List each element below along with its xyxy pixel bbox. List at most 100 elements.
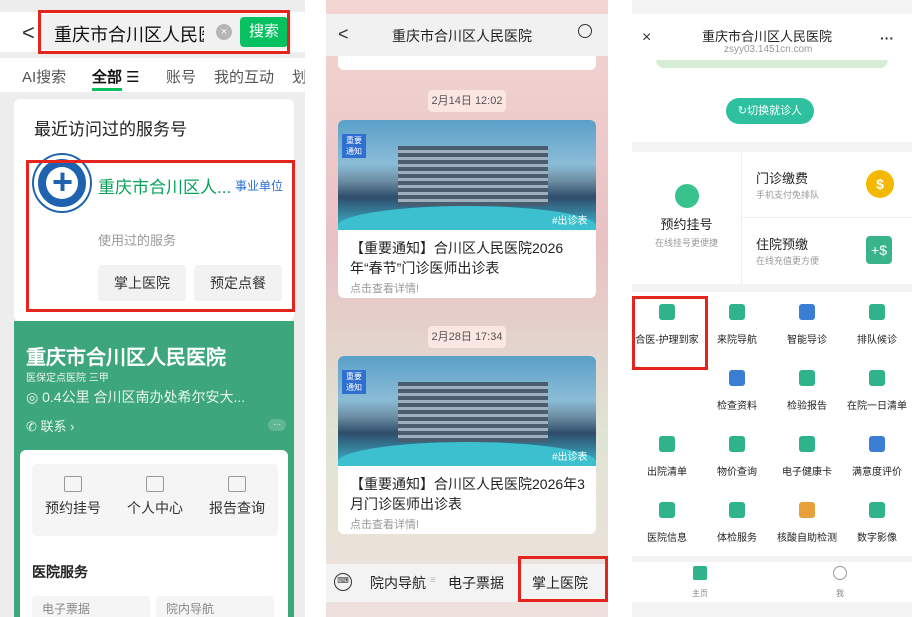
message-timestamp: 2月14日 12:02 [428,90,506,112]
calendar-icon [674,184,699,208]
article-cover-image: 重要 通知 #出诊表 [338,120,596,230]
chip-mobile-hospital[interactable]: 掌上医院 [98,265,186,301]
tab-all[interactable]: 全部 ☰ [92,66,140,87]
article-hint: 点击查看详情! [350,519,420,531]
search-query[interactable]: 重庆市合川区人民医 [54,21,204,47]
service-grid: 合医-护理到家 来院导航 智能导诊 排队候诊检查资料 检验报告 在院一日清单出院清单 物价查… [632,292,912,556]
register-tile[interactable]: 预约挂号 在线挂号更便捷 [632,152,742,284]
grid-item-label: 来院导航 [717,335,757,346]
user-icon [833,566,847,580]
chat-title: 重庆市合川区人民医院 [392,28,532,44]
search-bar: < 重庆市合川区人民医 × 搜索 [0,12,305,52]
service-account-name[interactable]: 重庆市合川区人... [98,173,231,198]
custom-menu-bar: ⌨ 院内导航 ≡ 电子票据 掌上医院 [326,564,608,602]
grid-item[interactable]: 电子健康卡 [772,424,842,490]
search-button[interactable]: 搜索 [240,17,288,47]
grid-item-label: 医院信息 [647,533,687,544]
grid-item-label: 排队候诊 [857,335,897,346]
document-icon [228,476,246,492]
keyboard-icon[interactable]: ⌨ [334,573,352,591]
action-report-query[interactable]: 报告查询 [196,464,278,518]
search-input[interactable]: 重庆市合川区人民医 × 搜索 [40,14,292,50]
hospital-logo[interactable] [34,155,90,211]
tab-ai-search[interactable]: AI搜索 [22,66,66,87]
grid-item[interactable]: 体检服务 [702,490,772,556]
action-personal-center[interactable]: 个人中心 [114,464,196,518]
grid-item[interactable]: 在院一日清单 [842,358,912,424]
service-icon [869,304,885,320]
grid-item[interactable]: 物价查询 [702,424,772,490]
grid-item-label: 合医-护理到家 [635,335,699,346]
menu-mobile-hospital[interactable]: 掌上医院 [532,573,588,593]
service-navigation[interactable]: 院内导航 [156,596,274,617]
profile-icon[interactable] [578,24,592,38]
more-icon[interactable]: ··· [268,419,286,431]
article-card[interactable]: 重要 通知 #出诊表 【重要通知】合川区人民医院2026年3月门诊医师出诊表 点… [338,356,596,534]
previous-message-stub [338,56,596,70]
grid-item[interactable]: 出院清单 [632,424,702,490]
service-icon [799,436,815,452]
hospital-name: 重庆市合川区人民医院 [26,347,226,369]
bottom-tabbar: 主页 我 [632,562,912,602]
close-icon[interactable]: × [642,29,651,47]
used-services-label: 使用过的服务 [98,233,177,248]
inpatient-deposit-tile[interactable]: 住院预缴 在线充值更方便 +$ [742,218,912,284]
service-e-invoice[interactable]: 电子票据 [32,596,150,617]
clear-icon[interactable]: × [216,24,232,40]
service-icon [729,502,745,518]
page-url: zsyy03.1451cn.com [724,44,813,55]
action-appointment[interactable]: 预约挂号 [32,464,114,518]
article-hint: 点击查看详情! [350,283,420,295]
grid-item[interactable]: 医院信息 [632,490,702,556]
grid-item-label: 物价查询 [717,467,757,478]
tab-home[interactable]: 主页 [670,566,730,601]
grid-item[interactable]: 满意度评价 [842,424,912,490]
calendar-icon [64,476,82,492]
tab-me[interactable]: 我 [810,566,870,601]
grid-item[interactable]: 检验报告 [772,358,842,424]
grid-item[interactable]: 智能导诊 [772,292,842,358]
tab-my-interactions[interactable]: 我的互动 [214,66,274,87]
back-icon[interactable]: < [22,20,35,46]
recent-title: 最近访问过的服务号 [34,120,187,139]
notice-badge: 重要 通知 [342,370,366,394]
service-icon [799,370,815,386]
service-icon [659,436,675,452]
tab-overflow[interactable]: 划 [292,66,305,87]
grid-item[interactable]: 合医-护理到家 [632,292,702,358]
hospital-address[interactable]: ◎ 0.4公里 合川区南办处希尔安大... [26,387,245,407]
chip-meal-order[interactable]: 预定点餐 [194,265,282,301]
official-account-chat-panel: < 重庆市合川区人民医院 2月14日 12:02 重要 通知 #出诊表 【重要通… [326,0,608,617]
notice-badge: 重要 通知 [342,134,366,158]
grid-item[interactable]: 核酸自助检测 [772,490,842,556]
back-icon[interactable]: < [338,24,349,45]
grid-item-label: 满意度评价 [852,467,902,478]
grid-item[interactable]: 检查资料 [702,358,772,424]
medical-payment-icon: +$ [866,236,892,264]
outpatient-sub: 手机支付免排队 [756,190,820,200]
inpatient-label: 住院预缴 [756,237,809,252]
service-icon [799,304,815,320]
menu-e-invoice[interactable]: 电子票据 [448,573,504,593]
account-type-tag: 事业单位 [235,179,284,193]
register-sub: 在线挂号更便捷 [654,238,718,248]
grid-item[interactable]: 数字影像 [842,490,912,556]
grid-item-label: 体检服务 [717,533,757,544]
switch-patient-button[interactable]: ↻切换就诊人 [726,98,814,124]
active-tab-underline [92,88,122,91]
tab-accounts[interactable]: 账号 [166,66,196,87]
coin-icon: $ [866,170,894,198]
grid-item[interactable]: 排队候诊 [842,292,912,358]
primary-services: 预约挂号 在线挂号更便捷 门诊缴费 手机支付免排队 $ 住院预缴 在线充值更方便… [632,152,912,284]
grid-item[interactable]: 来院导航 [702,292,772,358]
more-icon[interactable]: ··· [880,30,894,46]
grid-item-label: 数字影像 [857,533,897,544]
outpatient-payment-tile[interactable]: 门诊缴费 手机支付免排队 $ [742,152,912,218]
contact-link[interactable]: ✆ 联系 › [26,416,74,435]
article-card[interactable]: 重要 通知 #出诊表 【重要通知】合川区人民医院2026年“春节”门诊医师出诊表… [338,120,596,298]
service-icon [729,436,745,452]
search-tabs: AI搜索 全部 ☰ 账号 我的互动 划 [0,58,305,92]
menu-hospital-navigation[interactable]: 院内导航 [370,573,426,593]
service-icon [729,304,745,320]
service-icon [869,502,885,518]
